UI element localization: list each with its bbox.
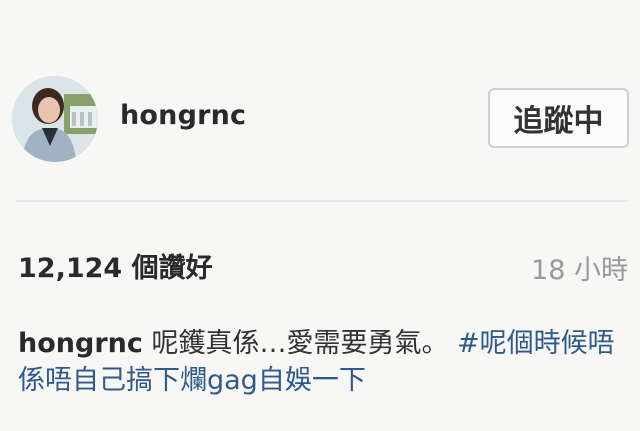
post-timestamp: 18 小時 [531,255,628,286]
avatar[interactable] [12,76,98,162]
post-caption: hongrnc 呢鑊真係…愛需要勇氣。 #呢個時候唔係唔自己搞下爛gag自娛一下 [18,325,630,399]
caption-username[interactable]: hongrnc [18,328,143,359]
post-username[interactable]: hongrnc [120,100,246,131]
caption-text: 呢鑊真係…愛需要勇氣。 [151,328,449,359]
likes-count[interactable]: 12,124 個讚好 [18,246,213,285]
profile-photo [12,76,98,162]
following-button[interactable]: 追蹤中 [488,88,629,148]
divider [16,200,628,202]
post-header: hongrnc 追蹤中 [0,0,640,200]
